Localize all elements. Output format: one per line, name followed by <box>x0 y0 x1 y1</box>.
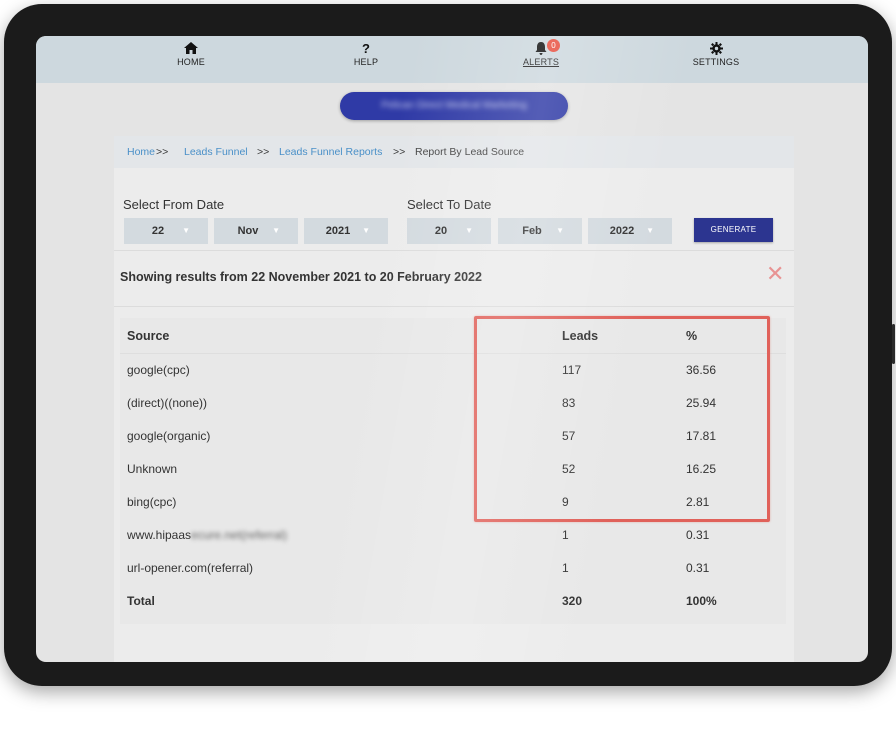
from-month-value: Nov <box>237 225 259 237</box>
chevron-down-icon: ▼ <box>182 226 190 235</box>
company-name-text: Pelican Direct Medical Marketing <box>381 100 527 111</box>
cell-source-blurred: ecure.net(referral) <box>191 528 288 542</box>
alerts-count-badge: 0 <box>547 39 560 52</box>
to-year-value: 2022 <box>609 225 635 237</box>
annotation-highlight-box <box>474 316 770 522</box>
home-icon <box>151 42 231 56</box>
divider <box>114 306 794 307</box>
nav-home-label: HOME <box>177 57 205 67</box>
results-range-text: Showing results from 22 November 2021 to… <box>120 270 482 284</box>
tablet-side-button <box>892 324 895 364</box>
cell-total-leads: 320 <box>562 594 583 608</box>
top-nav: HOME ? HELP 0 ALERTS SETTINGS <box>36 36 868 83</box>
cell-percent: 0.31 <box>686 528 710 542</box>
from-month-select[interactable]: Nov ▼ <box>214 218 298 244</box>
chevron-down-icon: ▼ <box>556 226 564 235</box>
from-day-value: 22 <box>151 225 165 237</box>
tablet-frame: HOME ? HELP 0 ALERTS SETTINGS Pelican Di… <box>4 4 895 686</box>
to-day-select[interactable]: 20 ▼ <box>407 218 491 244</box>
nav-alerts-label: ALERTS <box>522 57 560 67</box>
breadcrumb: Home >> Leads Funnel >> Leads Funnel Rep… <box>114 136 794 168</box>
nav-help[interactable]: ? HELP <box>326 41 406 68</box>
chevron-down-icon: ▼ <box>646 226 654 235</box>
table-row: url-opener.com(referral) 1 0.31 <box>120 552 786 585</box>
breadcrumb-separator: >> <box>257 146 270 158</box>
to-day-value: 20 <box>434 225 448 237</box>
bell-icon <box>501 42 581 56</box>
breadcrumb-current: Report By Lead Source <box>415 146 525 158</box>
nav-settings[interactable]: SETTINGS <box>676 42 756 67</box>
nav-alerts[interactable]: 0 ALERTS <box>501 39 581 67</box>
chevron-down-icon: ▼ <box>362 226 370 235</box>
cell-percent: 0.31 <box>686 561 710 575</box>
generate-button[interactable]: GENERATE <box>694 218 773 242</box>
cell-source: www.hipaasecure.net(referral) <box>127 528 287 542</box>
cell-source: google(organic) <box>127 429 211 443</box>
breadcrumb-separator: >> <box>156 146 169 158</box>
cell-leads: 1 <box>562 528 569 542</box>
breadcrumb-separator: >> <box>393 146 406 158</box>
breadcrumb-leads-funnel[interactable]: Leads Funnel <box>184 136 248 168</box>
gear-icon <box>676 42 756 56</box>
from-year-select[interactable]: 2021 ▼ <box>304 218 388 244</box>
to-year-select[interactable]: 2022 ▼ <box>588 218 672 244</box>
divider <box>114 250 794 251</box>
cell-total-label: Total <box>127 594 155 608</box>
from-day-select[interactable]: 22 ▼ <box>124 218 208 244</box>
breadcrumb-home[interactable]: Home <box>127 136 155 168</box>
company-name-pill[interactable]: Pelican Direct Medical Marketing <box>340 92 568 120</box>
nav-home[interactable]: HOME <box>151 42 231 67</box>
to-month-select[interactable]: Feb ▼ <box>498 218 582 244</box>
to-month-value: Feb <box>522 225 542 237</box>
cell-source: google(cpc) <box>127 363 190 377</box>
tablet-screen: HOME ? HELP 0 ALERTS SETTINGS Pelican Di… <box>36 36 868 662</box>
cell-source: (direct)((none)) <box>127 396 208 410</box>
to-date-label: Select To Date <box>407 197 492 212</box>
table-total-row: Total 320 100% <box>120 585 786 618</box>
cell-source: url-opener.com(referral) <box>127 561 254 575</box>
from-year-value: 2021 <box>325 225 351 237</box>
question-icon: ? <box>362 41 370 56</box>
cell-source-visible: www.hipaas <box>127 528 192 542</box>
from-date-label: Select From Date <box>123 197 225 212</box>
cell-total-percent: 100% <box>686 594 717 608</box>
cell-source: bing(cpc) <box>127 495 177 509</box>
chevron-down-icon: ▼ <box>465 226 473 235</box>
nav-help-label: HELP <box>353 57 379 67</box>
nav-settings-label: SETTINGS <box>692 57 740 67</box>
cell-source: Unknown <box>127 462 178 476</box>
breadcrumb-leads-funnel-reports[interactable]: Leads Funnel Reports <box>279 136 382 168</box>
close-icon[interactable]: ✕ <box>766 263 784 285</box>
header-source: Source <box>127 329 170 343</box>
cell-leads: 1 <box>562 561 569 575</box>
chevron-down-icon: ▼ <box>272 226 280 235</box>
table-row: www.hipaasecure.net(referral) 1 0.31 <box>120 519 786 552</box>
